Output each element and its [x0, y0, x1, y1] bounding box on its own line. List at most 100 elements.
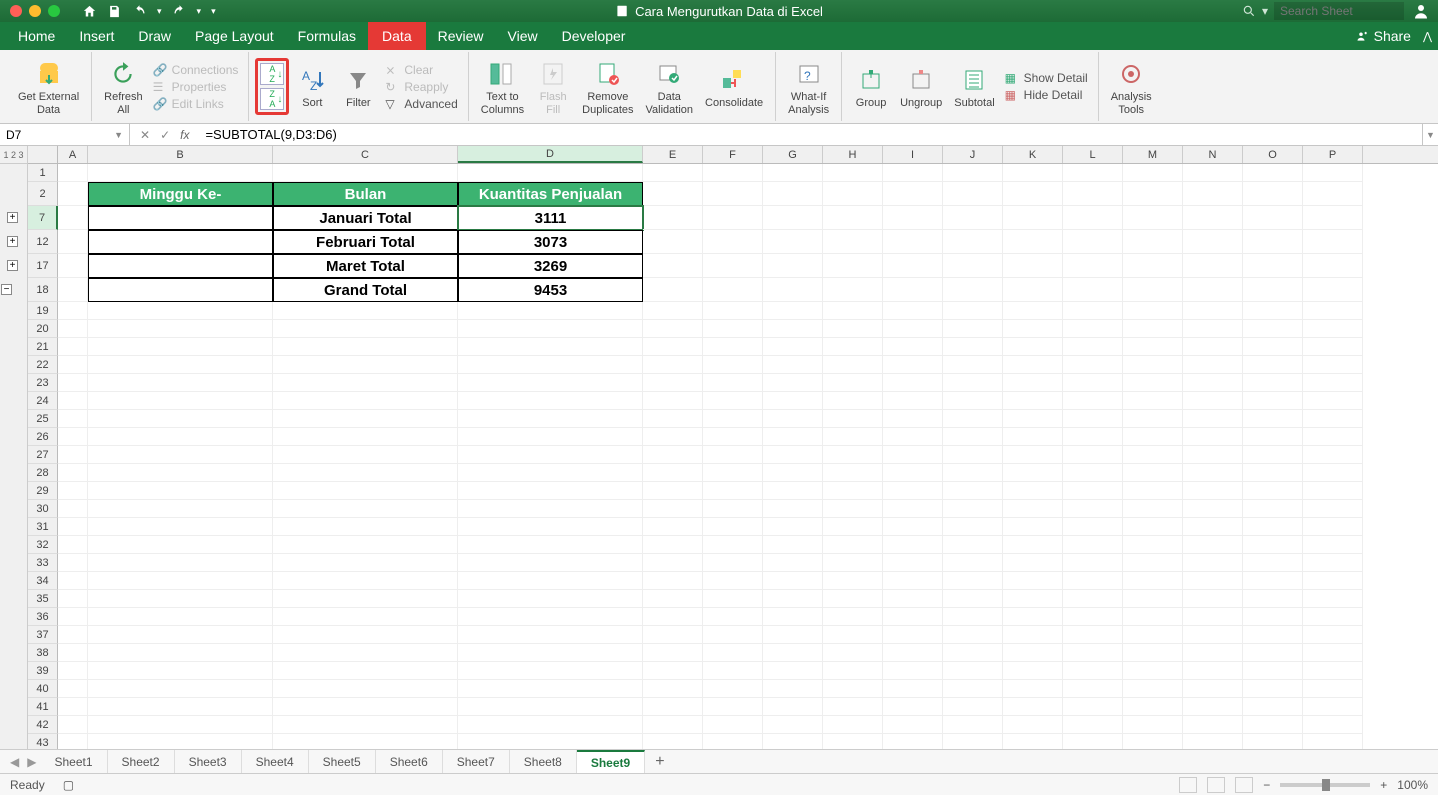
formula-expand-icon[interactable]: ▼: [1422, 124, 1438, 145]
tab-page-layout[interactable]: Page Layout: [183, 22, 286, 50]
cell-I18[interactable]: [883, 278, 943, 302]
cell-G35[interactable]: [763, 590, 823, 608]
cell-I20[interactable]: [883, 320, 943, 338]
cell-J19[interactable]: [943, 302, 1003, 320]
cell-M37[interactable]: [1123, 626, 1183, 644]
cell-N27[interactable]: [1183, 446, 1243, 464]
cell-B23[interactable]: [88, 374, 273, 392]
hide-detail-button[interactable]: ▦Hide Detail: [1001, 87, 1092, 103]
cell-B17[interactable]: [88, 254, 273, 278]
cell-D39[interactable]: [458, 662, 643, 680]
cell-E35[interactable]: [643, 590, 703, 608]
cell-M34[interactable]: [1123, 572, 1183, 590]
cell-B35[interactable]: [88, 590, 273, 608]
cell-E17[interactable]: [643, 254, 703, 278]
cell-J1[interactable]: [943, 164, 1003, 182]
cell-G38[interactable]: [763, 644, 823, 662]
cell-N40[interactable]: [1183, 680, 1243, 698]
cell-C21[interactable]: [273, 338, 458, 356]
cell-C2[interactable]: Bulan: [273, 182, 458, 206]
cell-A23[interactable]: [58, 374, 88, 392]
cell-K27[interactable]: [1003, 446, 1063, 464]
show-detail-button[interactable]: ▦Show Detail: [1001, 70, 1092, 86]
cell-P28[interactable]: [1303, 464, 1363, 482]
cell-B32[interactable]: [88, 536, 273, 554]
data-validation-button[interactable]: Data Validation: [640, 55, 700, 117]
cell-L23[interactable]: [1063, 374, 1123, 392]
undo-dropdown-icon[interactable]: ▾: [157, 6, 162, 17]
cell-O32[interactable]: [1243, 536, 1303, 554]
cell-K30[interactable]: [1003, 500, 1063, 518]
cell-B2[interactable]: Minggu Ke-: [88, 182, 273, 206]
cell-C34[interactable]: [273, 572, 458, 590]
cell-A38[interactable]: [58, 644, 88, 662]
cell-E12[interactable]: [643, 230, 703, 254]
cell-J36[interactable]: [943, 608, 1003, 626]
cell-A19[interactable]: [58, 302, 88, 320]
cell-J40[interactable]: [943, 680, 1003, 698]
subtotal-button[interactable]: Subtotal: [948, 61, 1000, 111]
cell-M25[interactable]: [1123, 410, 1183, 428]
cell-B1[interactable]: [88, 164, 273, 182]
cell-A41[interactable]: [58, 698, 88, 716]
cell-L37[interactable]: [1063, 626, 1123, 644]
cell-G1[interactable]: [763, 164, 823, 182]
column-header-H[interactable]: H: [823, 146, 883, 163]
search-icon[interactable]: [1242, 4, 1256, 18]
cell-A29[interactable]: [58, 482, 88, 500]
row-header-30[interactable]: 30: [28, 500, 58, 518]
cell-I24[interactable]: [883, 392, 943, 410]
row-header-38[interactable]: 38: [28, 644, 58, 662]
cell-G37[interactable]: [763, 626, 823, 644]
cell-A43[interactable]: [58, 734, 88, 749]
connections-button[interactable]: 🔗Connections: [149, 62, 243, 78]
cell-F19[interactable]: [703, 302, 763, 320]
cell-K12[interactable]: [1003, 230, 1063, 254]
column-header-I[interactable]: I: [883, 146, 943, 163]
cell-A34[interactable]: [58, 572, 88, 590]
sheet-tab-sheet2[interactable]: Sheet2: [108, 750, 175, 774]
cell-N25[interactable]: [1183, 410, 1243, 428]
text-to-columns-button[interactable]: Text to Columns: [475, 55, 530, 117]
cell-E22[interactable]: [643, 356, 703, 374]
cell-N18[interactable]: [1183, 278, 1243, 302]
cell-K34[interactable]: [1003, 572, 1063, 590]
normal-view-button[interactable]: [1179, 777, 1197, 793]
redo-dropdown-icon[interactable]: ▾: [197, 6, 202, 17]
cell-B40[interactable]: [88, 680, 273, 698]
cell-O28[interactable]: [1243, 464, 1303, 482]
cell-I29[interactable]: [883, 482, 943, 500]
cell-H30[interactable]: [823, 500, 883, 518]
cell-K21[interactable]: [1003, 338, 1063, 356]
column-header-F[interactable]: F: [703, 146, 763, 163]
cell-F23[interactable]: [703, 374, 763, 392]
column-header-N[interactable]: N: [1183, 146, 1243, 163]
accept-formula-icon[interactable]: ✓: [160, 128, 170, 142]
cell-F24[interactable]: [703, 392, 763, 410]
qat-customize-icon[interactable]: ▾: [211, 6, 216, 17]
cell-G26[interactable]: [763, 428, 823, 446]
fx-icon[interactable]: fx: [180, 128, 189, 142]
zoom-level[interactable]: 100%: [1397, 778, 1428, 792]
cell-A33[interactable]: [58, 554, 88, 572]
page-break-view-button[interactable]: [1235, 777, 1253, 793]
cell-N41[interactable]: [1183, 698, 1243, 716]
cancel-formula-icon[interactable]: ✕: [140, 128, 150, 142]
cell-N38[interactable]: [1183, 644, 1243, 662]
cell-E32[interactable]: [643, 536, 703, 554]
zoom-in-button[interactable]: +: [1380, 778, 1387, 792]
column-header-A[interactable]: A: [58, 146, 88, 163]
row-header-7[interactable]: 7: [28, 206, 58, 230]
cell-P38[interactable]: [1303, 644, 1363, 662]
cell-D40[interactable]: [458, 680, 643, 698]
sheet-tab-sheet9[interactable]: Sheet9: [577, 750, 645, 774]
cell-O1[interactable]: [1243, 164, 1303, 182]
analysis-tools-button[interactable]: Analysis Tools: [1105, 55, 1158, 117]
row-header-24[interactable]: 24: [28, 392, 58, 410]
cell-I23[interactable]: [883, 374, 943, 392]
cell-F30[interactable]: [703, 500, 763, 518]
outline-expand-7[interactable]: +: [7, 212, 18, 223]
cell-M7[interactable]: [1123, 206, 1183, 230]
cell-D12[interactable]: 3073: [458, 230, 643, 254]
cell-L31[interactable]: [1063, 518, 1123, 536]
